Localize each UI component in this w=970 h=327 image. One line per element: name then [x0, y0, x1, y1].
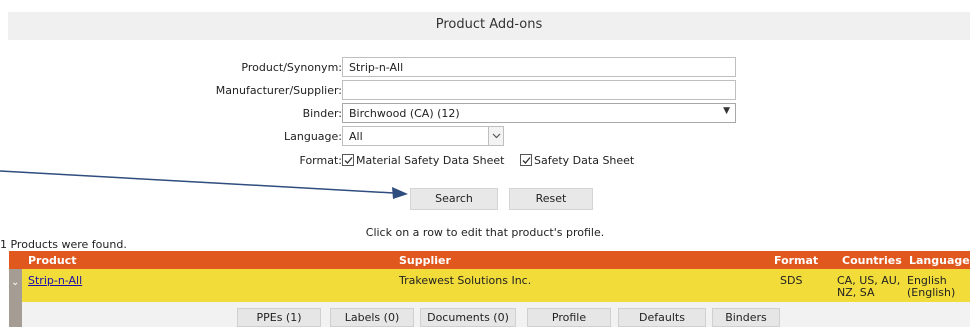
- caret-down-icon: ▼: [723, 106, 730, 116]
- column-header-language[interactable]: Language: [909, 254, 970, 267]
- binder-select[interactable]: Birchwood (CA) (12) ▼: [342, 103, 736, 123]
- product-link[interactable]: Strip-n-All: [28, 274, 82, 287]
- msds-checkbox[interactable]: [342, 154, 354, 166]
- language-value: All: [349, 130, 363, 143]
- table-row[interactable]: Strip-n-All Trakewest Solutions Inc. SDS…: [9, 269, 970, 302]
- binder-label: Binder:: [302, 107, 342, 120]
- reset-button[interactable]: Reset: [509, 188, 593, 210]
- results-count: 1 Products were found.: [0, 238, 127, 251]
- column-header-product[interactable]: Product: [28, 254, 77, 267]
- search-button[interactable]: Search: [410, 188, 498, 210]
- results-hint: Click on a row to edit that product's pr…: [365, 226, 605, 239]
- ppes-button[interactable]: PPEs (1): [237, 308, 321, 327]
- chevron-down-icon: ⌄: [11, 277, 20, 288]
- labels-button[interactable]: Labels (0): [330, 308, 414, 327]
- checkmark-icon: [344, 157, 353, 164]
- row-format: SDS: [780, 274, 803, 287]
- product-synonym-label: Product/Synonym:: [241, 61, 342, 74]
- row-countries-line2: NZ, SA: [837, 286, 875, 299]
- language-label: Language:: [284, 130, 342, 143]
- sds-checkbox-label: Safety Data Sheet: [534, 154, 635, 167]
- documents-button[interactable]: Documents (0): [420, 308, 516, 327]
- page-title: Product Add-ons: [435, 17, 543, 32]
- language-select[interactable]: All: [342, 126, 504, 146]
- msds-checkbox-label: Material Safety Data Sheet: [356, 154, 505, 167]
- product-synonym-value: Strip-n-All: [349, 61, 404, 74]
- title-bar: Product Add-ons: [8, 12, 970, 40]
- binders-button[interactable]: Binders: [712, 308, 780, 327]
- sds-checkbox[interactable]: [520, 154, 532, 166]
- annotation-arrow-head: [392, 187, 408, 199]
- defaults-button[interactable]: Defaults: [618, 308, 706, 327]
- chevron-down-icon: [488, 127, 503, 145]
- binder-value: Birchwood (CA) (12): [349, 107, 460, 120]
- results-table-header: Product Supplier Format Countries Langua…: [9, 251, 970, 269]
- profile-button[interactable]: Profile: [527, 308, 611, 327]
- column-header-countries[interactable]: Countries: [842, 254, 902, 267]
- format-label: Format:: [299, 154, 342, 167]
- column-header-supplier[interactable]: Supplier: [399, 254, 451, 267]
- row-language-line2: (English): [907, 286, 956, 299]
- manufacturer-supplier-input[interactable]: [342, 80, 736, 100]
- row-expand-toggle[interactable]: ⌄: [9, 269, 22, 327]
- product-synonym-input[interactable]: Strip-n-All: [342, 57, 736, 77]
- row-supplier: Trakewest Solutions Inc.: [399, 274, 532, 287]
- column-header-format[interactable]: Format: [774, 254, 818, 267]
- annotation-arrow-line: [0, 170, 395, 194]
- manufacturer-supplier-label: Manufacturer/Supplier:: [215, 84, 342, 97]
- checkmark-icon: [522, 157, 531, 164]
